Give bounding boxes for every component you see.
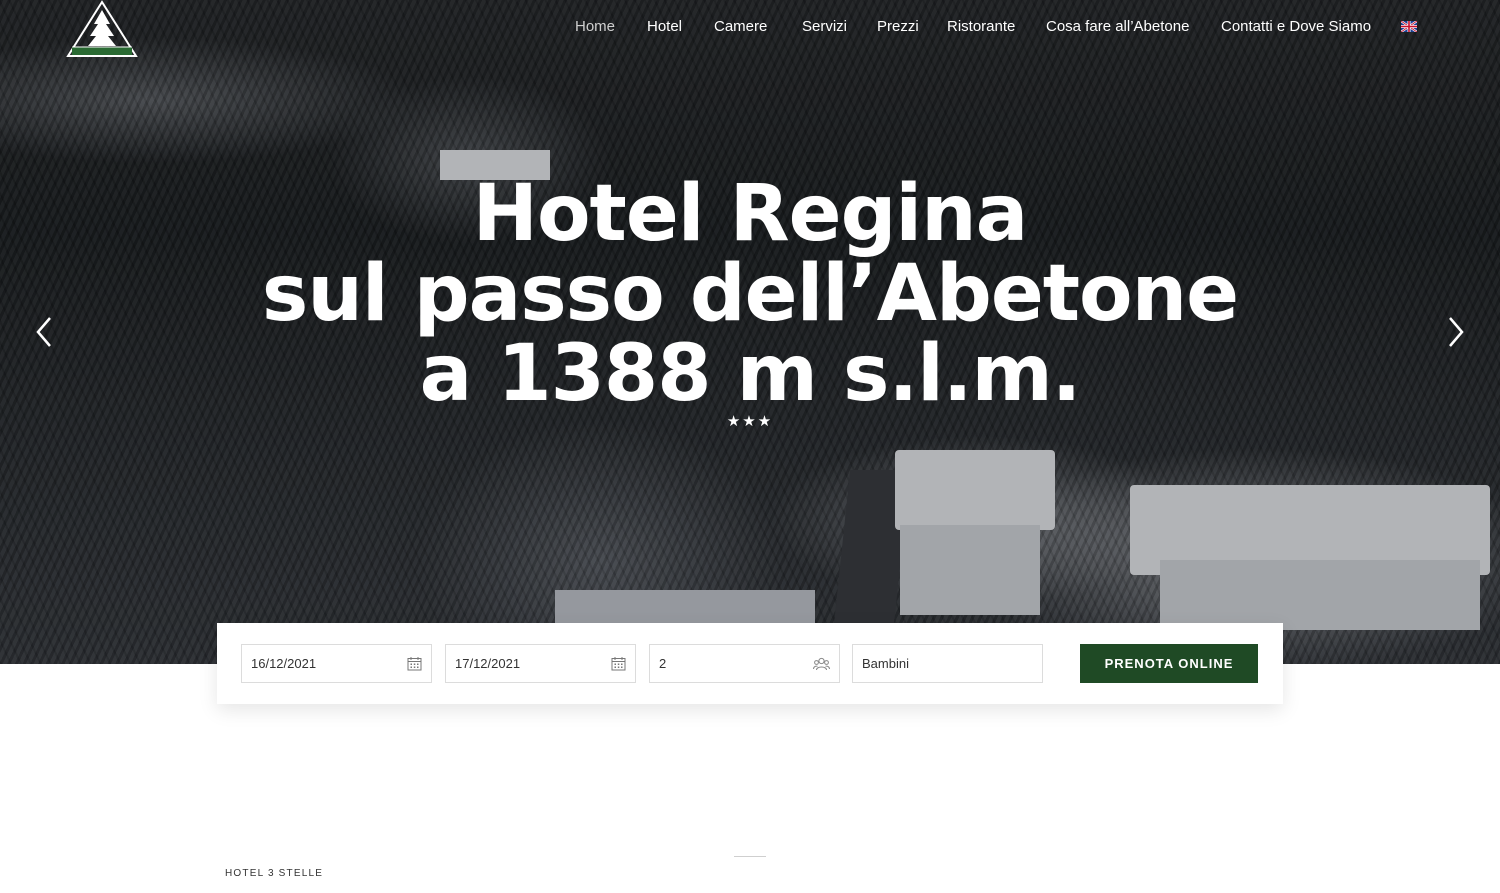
- adults-field[interactable]: 2: [649, 644, 840, 683]
- nav-home[interactable]: Home: [575, 17, 615, 37]
- hero-title-line-3: a 1388 m s.l.m.: [419, 329, 1082, 419]
- hotel-stars: ★★★: [726, 413, 774, 430]
- nav-cosa-fare[interactable]: Cosa fare all’Abetone: [1046, 17, 1189, 37]
- book-online-button[interactable]: PRENOTA ONLINE: [1080, 644, 1258, 683]
- hero-title-line-1: Hotel Regina: [472, 169, 1029, 259]
- nav-contatti[interactable]: Contatti e Dove Siamo: [1221, 17, 1371, 37]
- checkout-date-value: 17/12/2021: [455, 656, 521, 671]
- checkout-date-field[interactable]: 17/12/2021: [445, 644, 636, 683]
- uk-flag-icon[interactable]: [1401, 21, 1417, 32]
- calendar-icon: [407, 657, 422, 671]
- nav-servizi[interactable]: Servizi: [802, 17, 847, 37]
- children-field[interactable]: Bambini: [852, 644, 1043, 683]
- section-label: HOTEL 3 STELLE: [225, 868, 324, 879]
- chevron-left-icon[interactable]: [32, 312, 56, 352]
- checkin-date-field[interactable]: 16/12/2021: [241, 644, 432, 683]
- section-divider: [734, 856, 766, 857]
- main-nav: Home Hotel Camere Servizi Prezzi Ristora…: [0, 17, 1500, 39]
- calendar-icon: [611, 657, 626, 671]
- nav-camere[interactable]: Camere: [714, 17, 767, 37]
- checkin-date-value: 16/12/2021: [251, 656, 317, 671]
- booking-widget: 16/12/2021 17/12/2021 2 Bambini PRENOTA …: [217, 623, 1283, 704]
- nav-prezzi[interactable]: Prezzi: [877, 17, 919, 37]
- hero-title-line-2: sul passo dell’Abetone: [261, 249, 1239, 339]
- chevron-right-icon[interactable]: [1444, 312, 1468, 352]
- adults-value: 2: [659, 656, 667, 671]
- nav-hotel[interactable]: Hotel: [647, 17, 682, 37]
- hero-slider: Home Hotel Camere Servizi Prezzi Ristora…: [0, 0, 1500, 664]
- children-placeholder: Bambini: [862, 656, 909, 671]
- nav-ristorante[interactable]: Ristorante: [947, 17, 1015, 37]
- users-icon: [813, 657, 830, 671]
